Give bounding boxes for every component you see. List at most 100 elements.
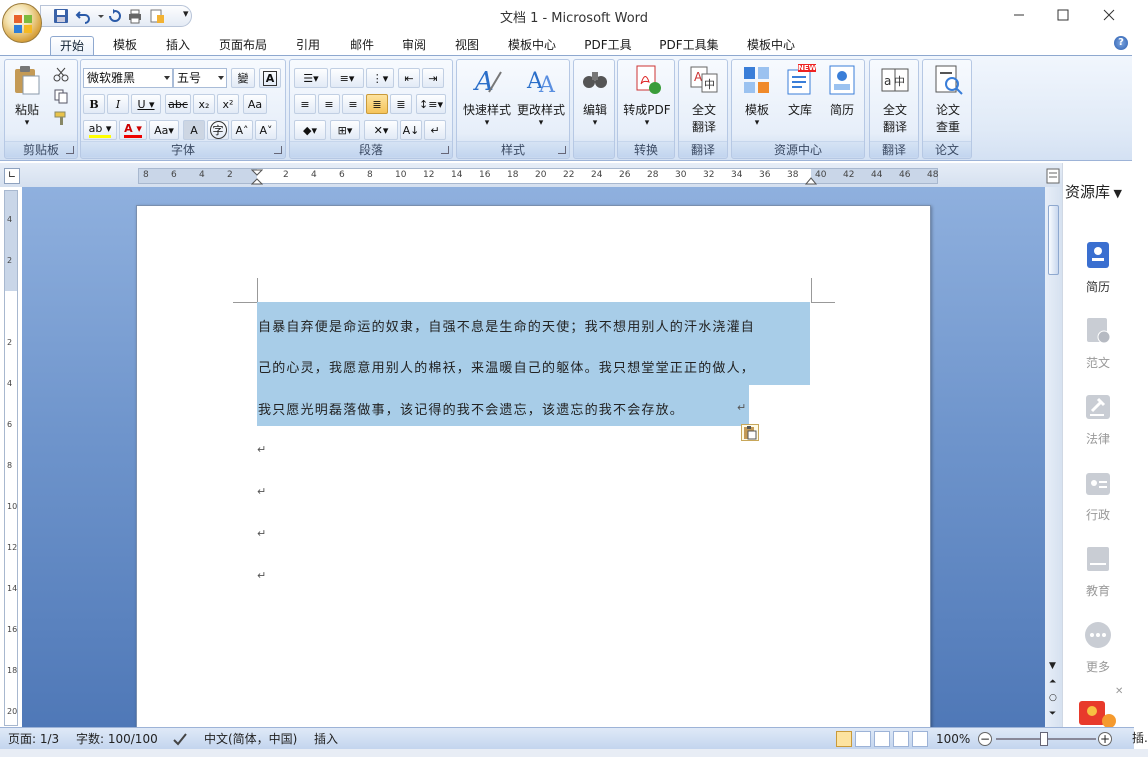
shading-button[interactable]: ◆▾: [294, 120, 326, 140]
show-marks-button[interactable]: ↵: [424, 120, 446, 140]
cut-icon[interactable]: [53, 66, 69, 82]
status-insert-mode[interactable]: 插入: [314, 731, 338, 747]
tab-template-center-2[interactable]: 模板中心: [738, 36, 804, 56]
tab-page-layout[interactable]: 页面布局: [210, 36, 276, 56]
change-case-button[interactable]: Aa▾: [149, 120, 179, 140]
tab-pdf-tools[interactable]: PDF工具: [576, 36, 640, 56]
increase-indent-button[interactable]: ⇥: [422, 68, 444, 88]
resource-panel-title[interactable]: 资源库 ▼: [1065, 181, 1122, 202]
subscript-button[interactable]: x₂: [193, 94, 215, 114]
italic-button[interactable]: I: [107, 94, 129, 114]
right-indent-marker-icon[interactable]: [805, 173, 817, 185]
font-name-select[interactable]: 微软雅黑: [83, 68, 173, 88]
paragraph-launcher-icon[interactable]: [441, 146, 449, 154]
text-line-1[interactable]: 自暴自弃便是命运的奴隶，自强不息是生命的天使；我不想用别人的汗水浇灌自: [258, 316, 755, 335]
status-page[interactable]: 页面: 1/3: [8, 731, 59, 747]
status-language[interactable]: 中文(简体，中国): [204, 731, 297, 747]
quick-styles-button[interactable]: A 快速样式 ▾: [459, 64, 515, 128]
font-color-button[interactable]: A ▾: [119, 120, 147, 140]
thesis-check-button[interactable]: 论文 查重: [925, 64, 971, 135]
chinese-layout-button[interactable]: ✕▾: [364, 120, 398, 140]
prev-page-icon[interactable]: ⏶: [1049, 677, 1056, 687]
bullets-button[interactable]: ☰▾: [294, 68, 328, 88]
char-shading-button[interactable]: A: [183, 120, 205, 140]
close-button[interactable]: [1086, 0, 1132, 30]
align-left-button[interactable]: ≡: [294, 94, 316, 114]
full-text-translate-button-2[interactable]: a中 全文 翻译: [872, 64, 918, 135]
vertical-ruler[interactable]: 4 2 2 4 6 8 10 12 14 16 18 20: [4, 190, 18, 726]
strikethrough-button[interactable]: abc: [165, 94, 191, 114]
indent-marker-icon[interactable]: [251, 169, 263, 185]
maximize-button[interactable]: [1040, 0, 1086, 30]
tab-template-center[interactable]: 模板中心: [498, 36, 566, 56]
document-page[interactable]: 自暴自弃便是命运的奴隶，自强不息是生命的天使；我不想用别人的汗水浇灌自 己的心灵…: [136, 205, 931, 730]
numbering-button[interactable]: ≡▾: [330, 68, 364, 88]
font-launcher-icon[interactable]: [274, 146, 282, 154]
print-layout-icon[interactable]: [836, 731, 852, 747]
tab-mailings[interactable]: 邮件: [340, 36, 384, 56]
multilevel-list-button[interactable]: ⋮▾: [366, 68, 394, 88]
enclose-char-button[interactable]: 字: [207, 120, 229, 140]
copy-icon[interactable]: [53, 88, 69, 104]
library-button[interactable]: NEW 文库: [780, 64, 820, 118]
line-spacing-button[interactable]: ↕≡▾: [416, 94, 446, 114]
superscript-button[interactable]: x²: [217, 94, 239, 114]
status-word-count[interactable]: 字数: 100/100: [76, 731, 158, 747]
side-item-sample[interactable]: 范文: [1063, 317, 1133, 371]
sort-button[interactable]: A↓: [400, 120, 422, 140]
horizontal-ruler[interactable]: 8 6 4 2 2 4 6 8 10 12 14 16 18 20 22 24 26 28 30 32 34 36 38 40…: [138, 168, 938, 185]
distributed-button[interactable]: ≣: [390, 94, 412, 114]
side-item-education[interactable]: 教育: [1063, 545, 1133, 599]
char-border-button[interactable]: A: [259, 68, 281, 88]
text-line-3[interactable]: 我只愿光明磊落做事，该记得的我不会遗忘，该遗忘的我不会存放。: [258, 399, 684, 418]
proofing-icon[interactable]: [172, 732, 188, 746]
tab-pdf-toolset[interactable]: PDF工具集: [650, 36, 728, 56]
underline-button[interactable]: U ▾: [131, 94, 161, 114]
zoom-level[interactable]: 100%: [936, 731, 970, 747]
decrease-indent-button[interactable]: ⇤: [398, 68, 420, 88]
font-size-select[interactable]: 五号: [173, 68, 227, 88]
tab-review[interactable]: 审阅: [392, 36, 436, 56]
resume-button[interactable]: 简历: [822, 64, 862, 118]
zoom-out-icon[interactable]: −: [978, 732, 992, 746]
styles-launcher-icon[interactable]: [558, 146, 566, 154]
align-center-button[interactable]: ≡: [318, 94, 340, 114]
tab-view[interactable]: 视图: [445, 36, 489, 56]
align-right-button[interactable]: ≡: [342, 94, 364, 114]
side-item-admin[interactable]: 行政: [1063, 469, 1133, 523]
side-item-resume[interactable]: 简历: [1063, 241, 1133, 295]
highlight-button[interactable]: ab ▾: [83, 120, 117, 140]
clear-format-button[interactable]: Aa: [243, 94, 267, 114]
bold-button[interactable]: B: [83, 94, 105, 114]
next-page-icon[interactable]: ⏷: [1049, 709, 1056, 719]
draft-icon[interactable]: [912, 731, 928, 747]
vertical-scrollbar[interactable]: ▼ ⏶ ○ ⏷: [1045, 187, 1062, 727]
template-button[interactable]: 模板 ▾: [736, 64, 778, 128]
tab-template[interactable]: 模板: [104, 36, 146, 56]
tab-references[interactable]: 引用: [286, 36, 330, 56]
office-button[interactable]: [2, 3, 42, 43]
minimize-button[interactable]: [996, 0, 1042, 30]
paste-dropdown-icon[interactable]: ▾: [9, 118, 45, 128]
convert-pdf-button[interactable]: 转成PDF ▾: [620, 64, 674, 128]
text-line-2[interactable]: 己的心灵，我愿意用别人的棉袄，来温暖自己的躯体。我只想堂堂正正的做人，: [258, 357, 755, 376]
edit-button[interactable]: 编辑 ▾: [576, 64, 614, 128]
web-layout-icon[interactable]: [874, 731, 890, 747]
pinyin-button[interactable]: 變: [231, 68, 255, 88]
side-item-more[interactable]: 更多: [1063, 621, 1133, 675]
justify-button[interactable]: ≣: [366, 94, 388, 114]
full-text-translate-button[interactable]: A中 全文 翻译: [681, 64, 727, 135]
tab-home[interactable]: 开始: [50, 36, 94, 56]
zoom-in-icon[interactable]: +: [1098, 732, 1112, 746]
help-icon[interactable]: ?: [1114, 36, 1128, 50]
scroll-thumb[interactable]: [1048, 205, 1059, 275]
paste-button[interactable]: 粘贴 ▾: [9, 64, 45, 128]
tab-insert[interactable]: 插入: [156, 36, 200, 56]
outline-icon[interactable]: [893, 731, 909, 747]
clipboard-launcher-icon[interactable]: [66, 146, 74, 154]
red-envelope-icon[interactable]: [1075, 695, 1119, 727]
shrink-font-button[interactable]: A˅: [255, 120, 277, 140]
scroll-down-icon[interactable]: ▼: [1049, 661, 1056, 671]
paste-options-button[interactable]: [741, 424, 759, 441]
full-screen-reading-icon[interactable]: [855, 731, 871, 747]
